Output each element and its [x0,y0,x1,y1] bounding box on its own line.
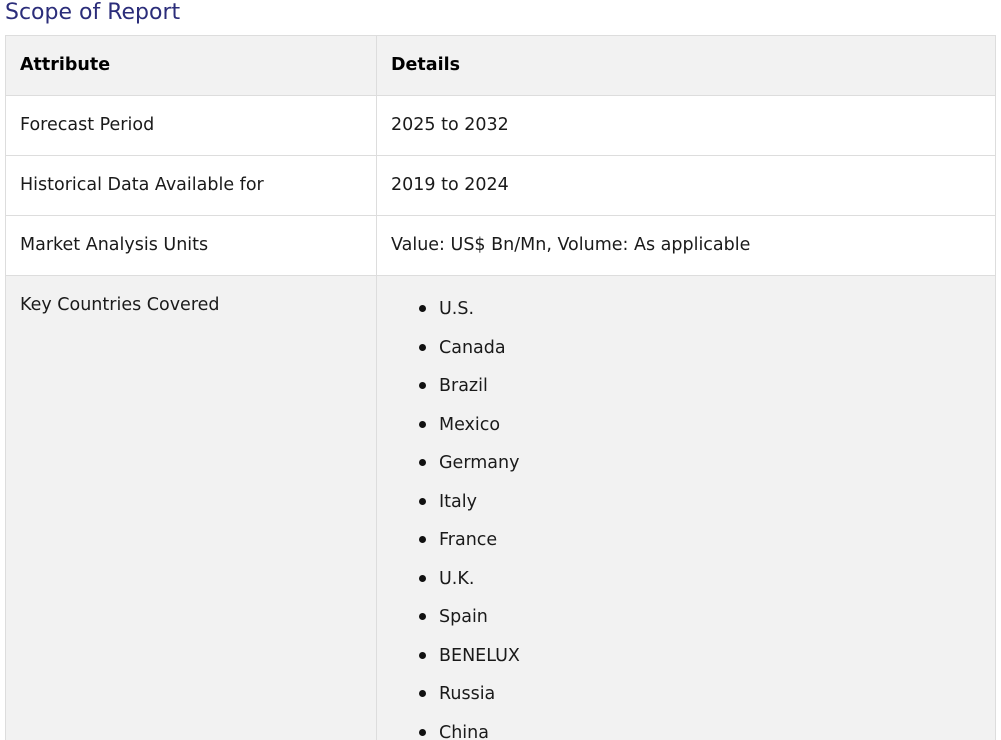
table-row-countries: Key Countries Covered U.S. Canada Brazil… [5,275,996,740]
country-label: U.S. [439,299,475,319]
country-label: Spain [439,607,488,627]
bullet-icon [419,536,426,543]
list-item: France [419,530,981,569]
bullet-icon [419,305,426,312]
list-item: Brazil [419,376,981,415]
country-label: France [439,530,498,550]
bullet-icon [419,728,426,736]
country-label: BENELUX [439,645,520,666]
list-item: Russia [419,684,981,723]
country-label: Italy [439,491,477,512]
list-item: BENELUX [419,645,981,685]
list-item: Italy [419,491,981,531]
scope-table: Attribute Details Forecast Period 2025 t… [5,35,996,740]
bullet-icon [419,459,426,466]
list-item: Mexico [419,414,981,454]
list-item: Canada [419,337,981,377]
page-title: Scope of Report [5,0,181,25]
bullet-icon [419,613,426,620]
country-label: Germany [439,453,520,473]
country-label: U.K. [439,568,475,589]
list-item: China [419,722,981,740]
bullet-icon [419,343,426,351]
list-item: Germany [419,453,981,492]
country-label: Canada [439,337,506,358]
row-attribute: Historical Data Available for [5,155,377,216]
header-attribute: Attribute [5,35,377,96]
table-header-row: Attribute Details [5,35,996,96]
bullet-icon [419,497,426,505]
bullet-icon [419,690,426,697]
bullet-icon [419,382,426,389]
table-row: Forecast Period 2025 to 2032 [5,95,996,156]
table-row: Market Analysis Units Value: US$ Bn/Mn, … [5,215,996,276]
list-item: U.K. [419,568,981,608]
country-label: Russia [439,684,496,704]
row-attribute: Market Analysis Units [5,215,377,276]
row-details: Value: US$ Bn/Mn, Volume: As applicable [376,215,996,276]
row-details: 2025 to 2032 [376,95,996,156]
header-details: Details [376,35,996,96]
bullet-icon [419,651,426,659]
country-label: Brazil [439,376,488,396]
country-label: Mexico [439,414,501,435]
bullet-icon [419,420,426,428]
row-details: U.S. Canada Brazil Mexico Germany Italy … [376,275,996,740]
row-attribute: Key Countries Covered [5,275,377,740]
row-attribute: Forecast Period [5,95,377,156]
table-row: Historical Data Available for 2019 to 20… [5,155,996,216]
country-label: China [439,722,489,740]
row-details: 2019 to 2024 [376,155,996,216]
list-item: Spain [419,607,981,646]
list-item: U.S. [419,299,981,338]
bullet-icon [419,574,426,582]
country-list: U.S. Canada Brazil Mexico Germany Italy … [391,277,981,740]
